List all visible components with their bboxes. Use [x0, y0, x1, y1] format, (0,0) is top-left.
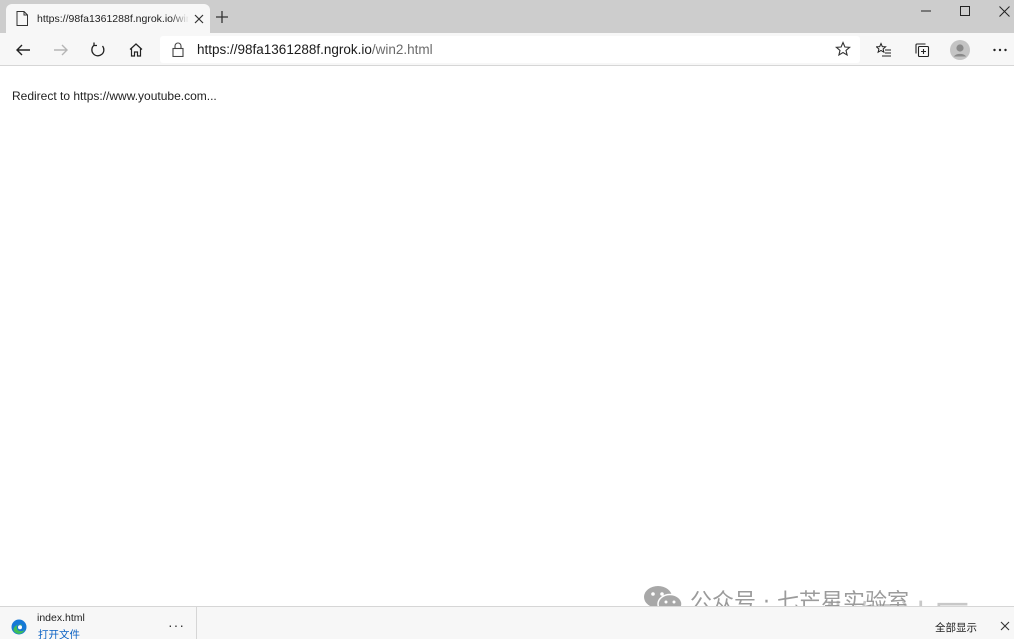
close-icon[interactable] — [193, 13, 205, 25]
download-item[interactable]: index.html 打开文件 ··· — [0, 607, 197, 639]
close-icon[interactable] — [1000, 621, 1010, 631]
toolbar: https://98fa1361288f.ngrok.io/win2.html — [0, 33, 1014, 66]
profile-button[interactable] — [949, 39, 971, 61]
minimize-icon — [921, 10, 931, 12]
star-icon[interactable] — [835, 41, 851, 57]
close-icon — [998, 5, 1010, 17]
back-button[interactable] — [12, 39, 34, 61]
profile-icon — [950, 40, 970, 60]
url-host: https://98fa1361288f.ngrok.io — [197, 42, 372, 57]
home-icon — [129, 43, 143, 57]
minimize-button[interactable] — [906, 0, 946, 22]
plus-icon[interactable] — [214, 9, 230, 25]
favorites-icon — [876, 42, 891, 57]
forward-arrow-icon — [54, 44, 68, 56]
close-window-button[interactable] — [984, 0, 1014, 22]
back-arrow-icon — [16, 44, 30, 56]
refresh-icon — [91, 42, 105, 57]
collections-icon — [915, 43, 930, 58]
open-file-link[interactable]: 打开文件 — [38, 627, 80, 639]
lock-icon[interactable] — [172, 42, 184, 57]
download-filename: index.html — [37, 612, 85, 624]
home-button[interactable] — [125, 39, 147, 61]
tab-title: https://98fa1361288f.ngrok.io/win2.html — [37, 13, 189, 25]
download-bar: index.html 打开文件 ··· 全部显示 — [0, 606, 1014, 639]
collections-button[interactable] — [911, 39, 933, 61]
more-button[interactable] — [989, 39, 1011, 61]
refresh-button[interactable] — [87, 39, 109, 61]
page-icon — [16, 11, 28, 26]
address-bar[interactable]: https://98fa1361288f.ngrok.io/win2.html — [160, 36, 860, 63]
redirect-message: Redirect to https://www.youtube.com... — [12, 89, 217, 103]
maximize-icon — [960, 6, 970, 16]
browser-tab[interactable]: https://98fa1361288f.ngrok.io/win2.html — [6, 4, 210, 33]
edge-icon — [11, 619, 27, 635]
url-path: /win2.html — [371, 42, 433, 57]
url-text[interactable]: https://98fa1361288f.ngrok.io/win2.html — [197, 42, 433, 58]
tab-strip: https://98fa1361288f.ngrok.io/win2.html — [0, 0, 1014, 33]
more-icon — [993, 48, 1007, 52]
maximize-button[interactable] — [945, 0, 985, 22]
forward-button[interactable] — [50, 39, 72, 61]
page-content: Redirect to https://www.youtube.com... — [0, 67, 1014, 606]
download-more-button[interactable]: ··· — [168, 617, 185, 633]
favorites-button[interactable] — [873, 39, 895, 61]
show-all-button[interactable]: 全部显示 — [935, 620, 977, 635]
